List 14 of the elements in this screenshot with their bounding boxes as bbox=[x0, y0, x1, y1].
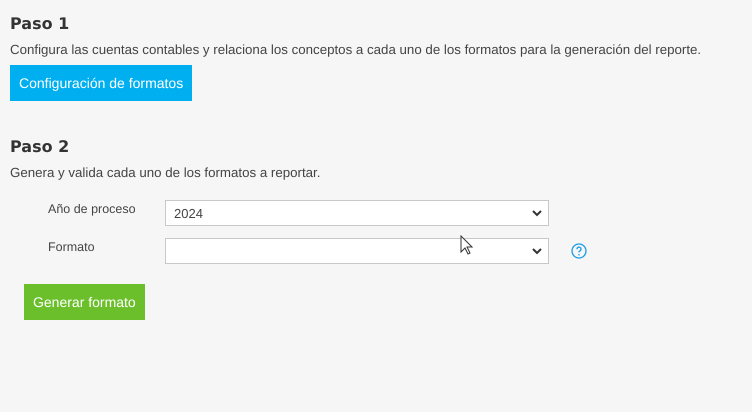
action-button[interactable]: Generar formato bbox=[24, 284, 145, 320]
chevron-down-icon bbox=[532, 210, 542, 216]
step-description: Configura las cuentas contables y relaciona los conceptos a cada uno de los formatos para la generación del reporte. bbox=[10, 42, 702, 57]
cursor-icon bbox=[460, 235, 473, 255]
select-field[interactable] bbox=[165, 238, 549, 264]
step-heading: Paso 2 bbox=[10, 137, 70, 156]
step-description: Genera y valida cada uno de los formatos a reportar. bbox=[10, 165, 320, 180]
select-field[interactable]: 2024 bbox=[165, 200, 549, 226]
step-heading: Paso 1 bbox=[10, 14, 70, 33]
field-label: Año de proceso bbox=[48, 201, 137, 216]
field-label: Formato bbox=[48, 239, 96, 254]
chevron-down-icon bbox=[532, 248, 542, 254]
action-button[interactable]: Configuración de formatos bbox=[10, 65, 192, 101]
help-icon[interactable] bbox=[571, 243, 587, 259]
